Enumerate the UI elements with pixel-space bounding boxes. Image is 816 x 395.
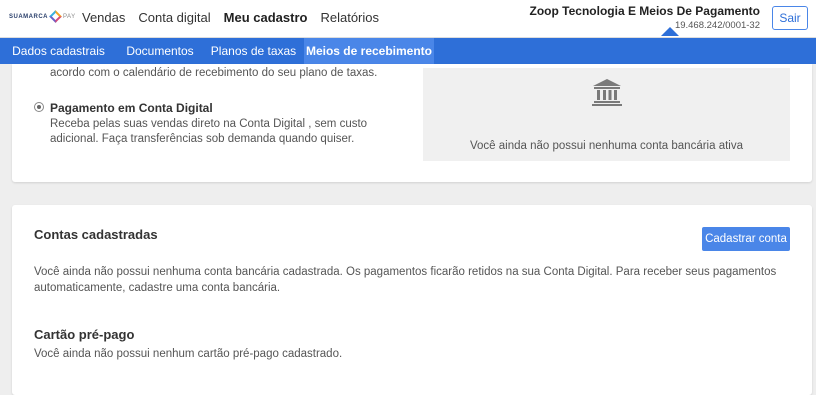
accounts-title: Contas cadastradas — [34, 227, 158, 242]
brand-logo[interactable]: SUAMARCA PAY — [9, 10, 76, 23]
sub-nav: Dados cadastrais Documentos Planos de ta… — [0, 38, 816, 64]
logo-brand-text: SUAMARCA — [9, 13, 48, 20]
top-header: SUAMARCA PAY Vendas Conta digital Meu ca… — [0, 0, 816, 38]
nav-conta-digital[interactable]: Conta digital — [138, 10, 210, 25]
prepaid-title: Cartão pré-pago — [34, 327, 135, 342]
receiving-methods-card: acordo com o calendário de recebimento d… — [12, 64, 812, 182]
company-cnpj: 19.468.242/0001-32 — [674, 20, 760, 31]
register-account-button[interactable]: Cadastrar conta — [702, 227, 790, 251]
company-name: Zoop Tecnologia E Meios De Pagamento — [529, 4, 760, 18]
radio-selected-icon[interactable] — [34, 102, 44, 112]
empty-bank-message: Você ainda não possui nenhuma conta banc… — [469, 140, 743, 152]
logo-suffix-text: PAY — [63, 13, 76, 20]
cut-description: acordo com o calendário de recebimento d… — [50, 67, 378, 79]
prepaid-empty-text: Você ainda não possui nenhum cartão pré-… — [34, 348, 343, 360]
nav-meu-cadastro[interactable]: Meu cadastro — [224, 10, 308, 25]
tab-meios-de-recebimento[interactable]: Meios de recebimento — [304, 38, 434, 64]
main-nav: Vendas Conta digital Meu cadastro Relató… — [82, 10, 392, 25]
nav-vendas[interactable]: Vendas — [82, 10, 125, 25]
bank-icon — [592, 79, 622, 106]
option-description: Receba pelas suas vendas direto na Conta… — [50, 118, 368, 145]
logout-button[interactable]: Sair — [772, 6, 808, 30]
tab-documentos[interactable]: Documentos — [117, 38, 203, 64]
bank-account-empty-panel: Você ainda não possui nenhuma conta banc… — [423, 68, 790, 161]
registered-accounts-card: Contas cadastradas Cadastrar conta Você … — [12, 205, 812, 395]
tab-dados-cadastrais[interactable]: Dados cadastrais — [0, 38, 117, 64]
accounts-empty-text: Você ainda não possui nenhuma conta banc… — [34, 266, 777, 294]
option-title: Pagamento em Conta Digital — [50, 101, 213, 115]
company-info[interactable]: Zoop Tecnologia E Meios De Pagamento 19.… — [530, 4, 760, 31]
nav-relatorios[interactable]: Relatórios — [320, 10, 379, 25]
tab-planos-de-taxas[interactable]: Planos de taxas — [203, 38, 304, 64]
logo-diamond-icon — [49, 10, 62, 23]
caret-up-icon — [661, 27, 679, 36]
